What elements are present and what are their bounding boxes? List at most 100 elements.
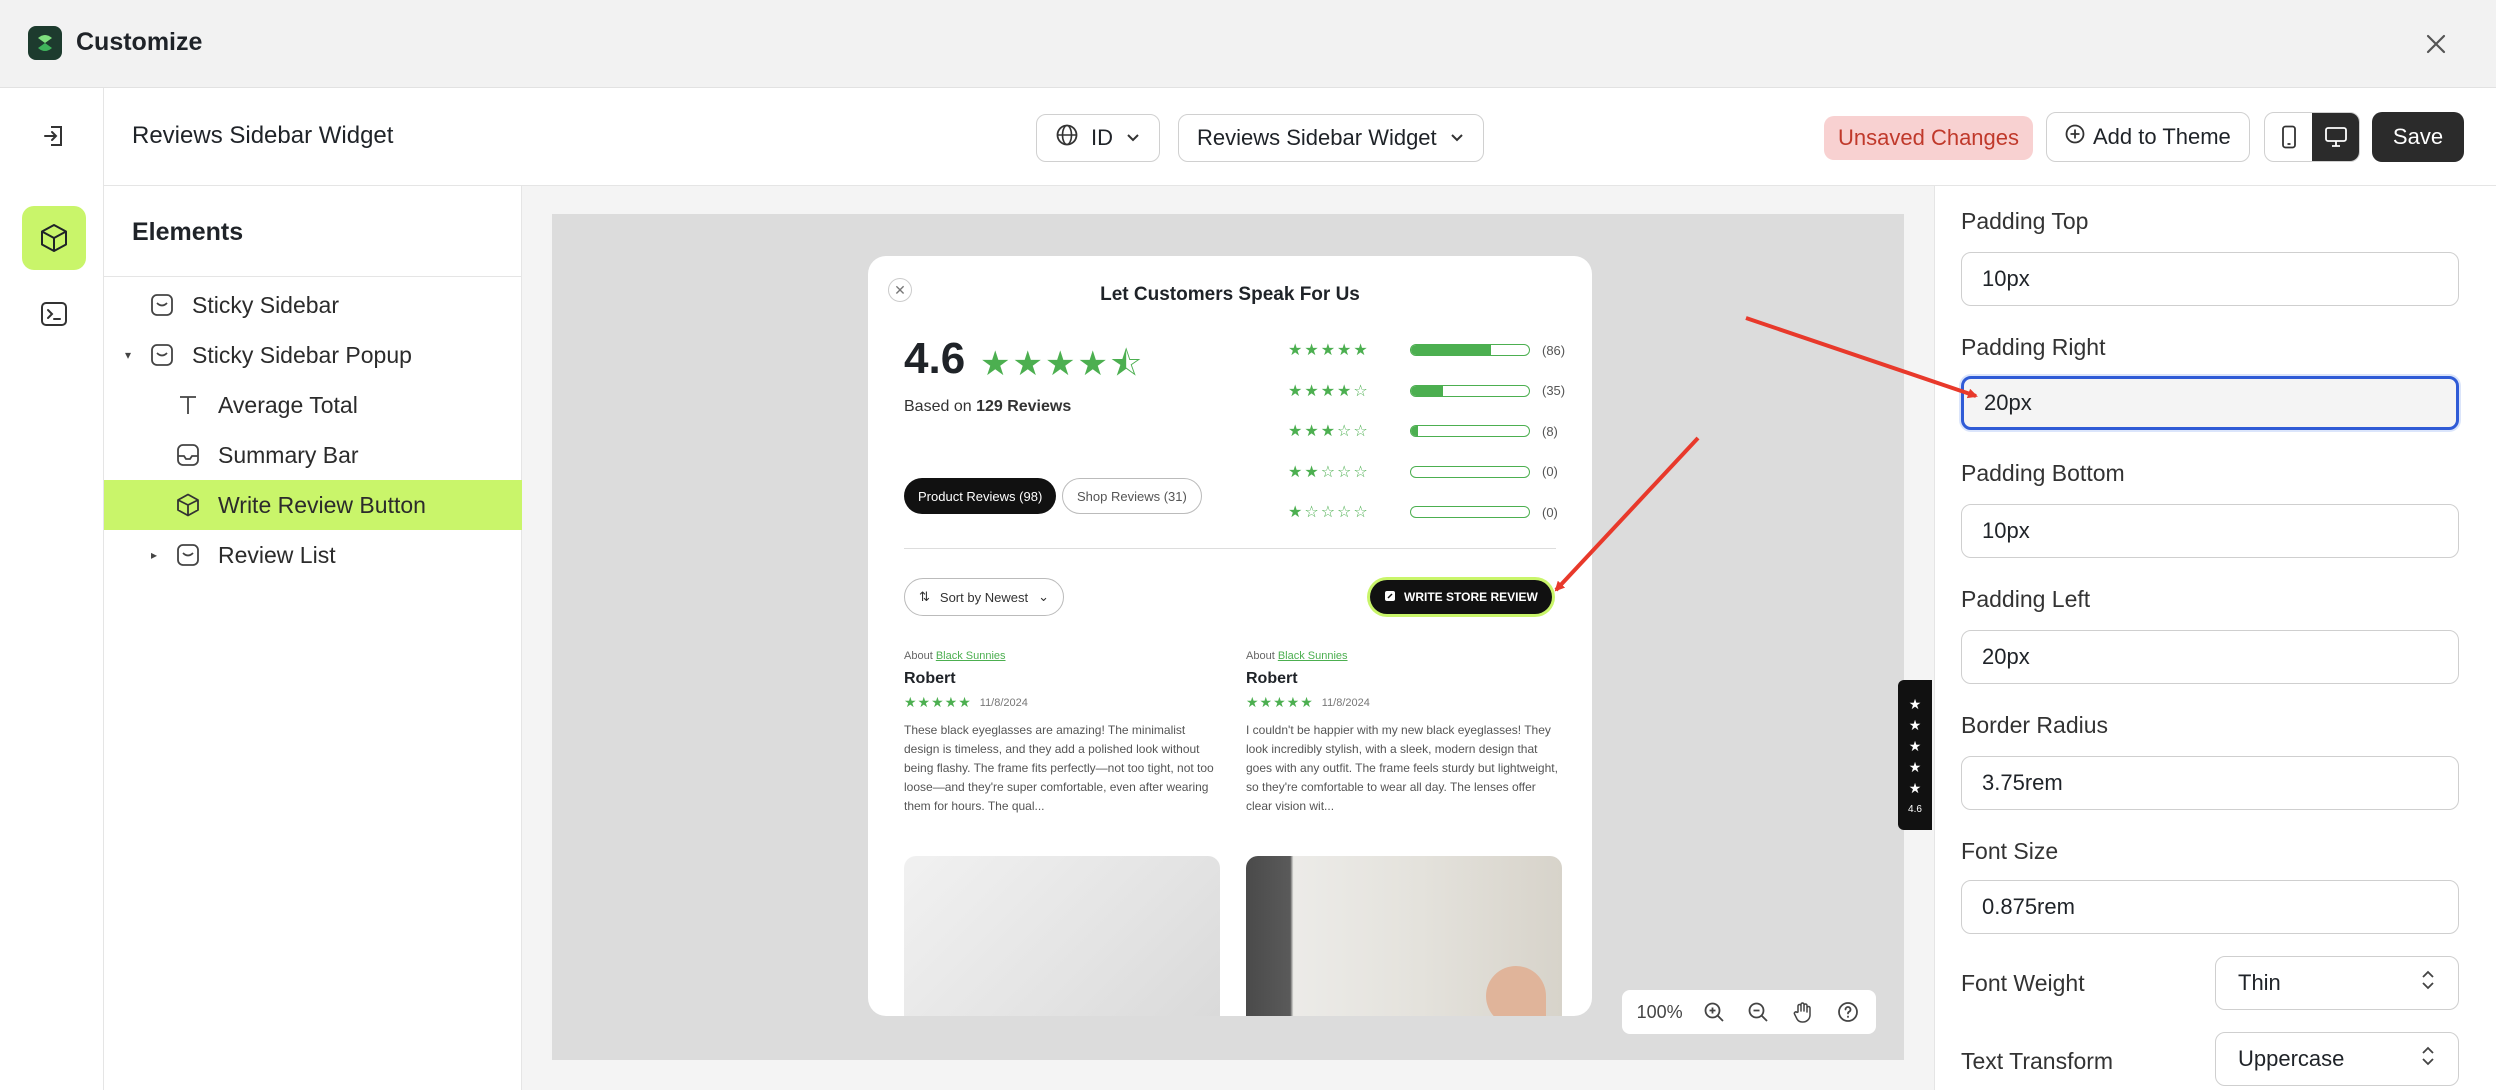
add-to-theme-label: Add to Theme <box>2093 124 2231 149</box>
text-transform-value: Uppercase <box>2238 1046 2345 1071</box>
bar-track <box>1410 344 1530 357</box>
review-body: These black eyeglasses are amazing! The … <box>904 723 1214 813</box>
border-radius-label: Border Radius <box>1961 712 2109 738</box>
tree-item-summary-bar[interactable]: Summary Bar <box>104 430 522 480</box>
caret-right-icon[interactable]: ▸ <box>146 548 162 562</box>
tree-item-label: Average Total <box>218 391 358 418</box>
font-weight-label: Font Weight <box>1961 970 2085 996</box>
tree-item-average-total[interactable]: Average Total <box>104 380 522 430</box>
font-size-input[interactable] <box>1961 880 2459 934</box>
chevron-down-icon: ⌄ <box>1038 589 1049 604</box>
text-transform-select[interactable]: Uppercase <box>2215 1032 2459 1086</box>
tree-item-label: Summary Bar <box>218 441 359 468</box>
review-date: 11/8/2024 <box>1321 696 1370 709</box>
review-photo[interactable] <box>904 856 1220 1016</box>
review-stars-icon: ★★★★★ <box>1246 694 1314 710</box>
close-icon[interactable] <box>2420 28 2452 60</box>
template-value: Reviews Sidebar Widget <box>1197 125 1437 150</box>
exit-icon[interactable] <box>22 104 86 168</box>
pencil-square-icon <box>1384 590 1396 605</box>
padding-top-input[interactable] <box>1961 252 2459 306</box>
preview-canvas: ✕ Let Customers Speak For Us 4.6 ★★★★⯪ B… <box>522 186 1934 1090</box>
bar-count: (86) <box>1542 342 1566 358</box>
globe-icon <box>1055 123 1079 153</box>
bar-fill <box>1411 426 1419 437</box>
sidebar-icon <box>148 291 176 319</box>
product-link[interactable]: Black Sunnies <box>1278 650 1348 662</box>
sticky-sidebar-tab[interactable]: ★ ★ ★ ★ ★ 4.6 <box>1898 680 1932 830</box>
padding-bottom-input[interactable] <box>1961 504 2459 558</box>
divider <box>104 276 522 277</box>
side-tab-rating: 4.6 <box>1908 804 1922 815</box>
summary-bar-row: ★★★☆☆ (8) <box>1288 411 1588 452</box>
bar-count: (0) <box>1542 504 1558 520</box>
star-icon: ★ <box>1908 717 1922 733</box>
elements-title: Elements <box>132 218 244 246</box>
star-icon: ★ <box>1908 759 1922 775</box>
chevron-up-down-icon <box>2420 1045 2436 1073</box>
terminal-icon[interactable] <box>22 282 86 346</box>
elements-panel: Elements Sticky Sidebar ▾ Sticky Sidebar… <box>104 186 522 1090</box>
sidebar-icon <box>148 341 176 369</box>
review-stars-icon: ★★★★★ <box>904 694 972 710</box>
font-weight-value: Thin <box>2238 970 2281 995</box>
border-radius-input[interactable] <box>1961 756 2459 810</box>
tree-item-sticky-sidebar-popup[interactable]: ▾ Sticky Sidebar Popup <box>104 330 522 380</box>
padding-left-input[interactable] <box>1961 630 2459 684</box>
padding-right-label: Padding Right <box>1961 334 2106 360</box>
chevron-down-icon <box>1449 125 1465 151</box>
bar-fill <box>1411 345 1492 356</box>
reviews-popup: ✕ Let Customers Speak For Us 4.6 ★★★★⯪ B… <box>868 256 1592 1016</box>
summary-bar-row: ★★★★★ (86) <box>1288 330 1588 371</box>
caret-down-icon[interactable]: ▾ <box>120 348 136 362</box>
summary-bars: ★★★★★ (86) ★★★★☆ (35) ★★★☆☆ (8) ★★☆☆☆ (0… <box>1288 330 1588 533</box>
tree-item-write-review-button[interactable]: Write Review Button <box>104 480 522 530</box>
review-about: About Black Sunnies <box>904 650 1006 662</box>
zoom-level: 100% <box>1636 1001 1683 1022</box>
review-body: I couldn't be happier with my new black … <box>1246 723 1558 813</box>
bar-stars: ★★★★★ <box>1288 342 1370 360</box>
text-icon <box>174 391 202 419</box>
bar-count: (35) <box>1542 383 1566 399</box>
reviewer-name: Robert <box>904 670 956 687</box>
tab-product-reviews[interactable]: Product Reviews (98) <box>904 478 1057 514</box>
mobile-view-icon[interactable] <box>2265 113 2312 161</box>
bar-stars: ★★☆☆☆ <box>1288 463 1370 481</box>
toolbar: Reviews Sidebar Widget ID Reviews Sideba… <box>104 88 2496 186</box>
based-on-text: Based on 129 Reviews <box>904 398 1072 415</box>
write-store-review-label: WRITE STORE REVIEW <box>1404 590 1538 604</box>
sort-select[interactable]: ⇅ Sort by Newest ⌄ <box>904 578 1064 616</box>
tab-shop-reviews[interactable]: Shop Reviews (31) <box>1062 478 1202 514</box>
cube-icon <box>174 491 202 519</box>
unsaved-changes-badge: Unsaved Changes <box>1824 116 2034 160</box>
bar-track <box>1410 465 1530 478</box>
tree-item-review-list[interactable]: ▸ Review List <box>104 530 522 580</box>
tree-item-sticky-sidebar[interactable]: Sticky Sidebar <box>104 280 522 330</box>
review-photo[interactable] <box>1246 856 1562 1016</box>
sidebar-icon <box>174 541 202 569</box>
write-store-review-button[interactable]: WRITE STORE REVIEW <box>1370 580 1552 614</box>
summary-bar-row: ★★☆☆☆ (0) <box>1288 452 1588 493</box>
bar-stars: ★☆☆☆☆ <box>1288 504 1370 522</box>
zoom-in-icon[interactable] <box>1693 990 1734 1034</box>
review-about: About Black Sunnies <box>1246 650 1348 662</box>
elements-tab-cube-icon[interactable] <box>22 206 86 270</box>
bar-stars: ★★★★☆ <box>1288 382 1370 400</box>
hand-pan-icon[interactable] <box>1783 990 1824 1034</box>
tree-item-label: Write Review Button <box>218 491 426 518</box>
language-select[interactable]: ID <box>1036 114 1160 162</box>
padding-right-input[interactable] <box>1961 376 2459 430</box>
tree-item-label: Sticky Sidebar <box>192 291 340 318</box>
template-select[interactable]: Reviews Sidebar Widget <box>1178 114 1484 162</box>
add-to-theme-button[interactable]: Add to Theme <box>2046 112 2250 162</box>
font-weight-select[interactable]: Thin <box>2215 956 2459 1010</box>
help-icon[interactable] <box>1827 990 1868 1034</box>
desktop-view-icon[interactable] <box>2312 113 2359 161</box>
title-bar: Customize <box>0 0 2496 88</box>
bar-count: (0) <box>1542 464 1558 480</box>
save-button[interactable]: Save <box>2372 112 2464 162</box>
zoom-out-icon[interactable] <box>1738 990 1779 1034</box>
bar-track <box>1410 425 1530 438</box>
product-link[interactable]: Black Sunnies <box>936 650 1006 662</box>
padding-bottom-label: Padding Bottom <box>1961 460 2125 486</box>
